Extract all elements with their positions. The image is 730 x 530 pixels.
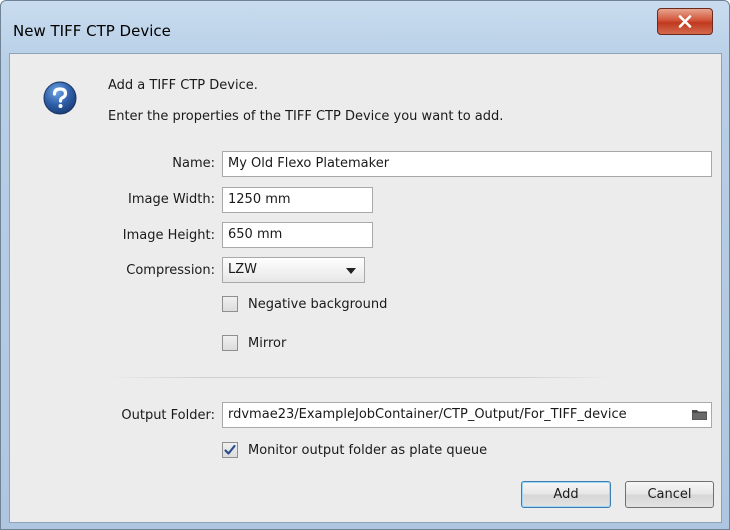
help-question-icon — [43, 81, 77, 115]
dialog-window: New TIFF CTP Device Add a TIFF CTP Devic… — [0, 0, 730, 530]
output-folder-value: rdvmae23/ExampleJobContainer/CTP_Output/… — [228, 407, 627, 422]
image-height-label: Image Height: — [122, 228, 215, 243]
compression-label: Compression: — [126, 263, 215, 278]
header-line-2: Enter the properties of the TIFF CTP Dev… — [108, 109, 504, 124]
mirror-checkbox[interactable] — [222, 335, 238, 351]
cancel-button[interactable]: Cancel — [625, 481, 714, 508]
window-title: New TIFF CTP Device — [13, 22, 171, 40]
close-icon — [678, 15, 692, 28]
folder-icon[interactable] — [692, 409, 707, 420]
dialog-body: Add a TIFF CTP Device. Enter the propert… — [9, 53, 722, 523]
mirror-label: Mirror — [248, 336, 287, 351]
negative-background-label: Negative background — [248, 297, 388, 312]
negative-background-checkbox[interactable] — [222, 296, 238, 312]
monitor-output-folder-label: Monitor output folder as plate queue — [248, 443, 488, 458]
output-folder-field[interactable]: rdvmae23/ExampleJobContainer/CTP_Output/… — [222, 402, 712, 428]
header-line-1: Add a TIFF CTP Device. — [108, 78, 258, 93]
chevron-down-icon — [346, 268, 356, 274]
separator — [106, 377, 614, 378]
add-button[interactable]: Add — [521, 481, 611, 508]
compression-select[interactable]: LZW — [222, 257, 365, 283]
name-label: Name: — [172, 156, 215, 171]
monitor-output-folder-checkbox[interactable] — [222, 442, 238, 458]
output-folder-label: Output Folder: — [121, 408, 215, 423]
image-width-label: Image Width: — [128, 192, 215, 207]
checkmark-icon — [224, 444, 236, 455]
close-button[interactable] — [657, 8, 713, 35]
image-height-field[interactable]: 650 mm — [222, 222, 373, 248]
name-field[interactable]: My Old Flexo Platemaker — [222, 151, 712, 177]
compression-value: LZW — [228, 262, 258, 277]
image-width-field[interactable]: 1250 mm — [222, 187, 373, 213]
